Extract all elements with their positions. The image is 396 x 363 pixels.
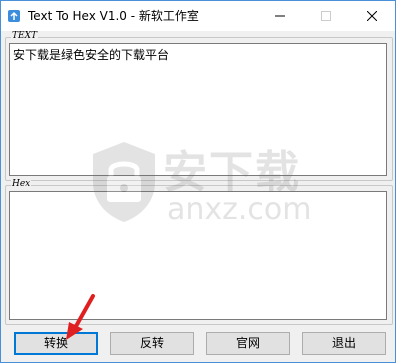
minimize-icon xyxy=(275,15,285,17)
exit-button[interactable]: 退出 xyxy=(302,332,386,355)
text-group: TEXT 安下载是绿色安全的下载平台 xyxy=(5,31,393,181)
hex-group-label: Hex xyxy=(11,179,32,190)
maximize-button[interactable] xyxy=(303,1,349,31)
reverse-button[interactable]: 反转 xyxy=(110,332,194,355)
app-window: Text To Hex V1.0 - 新软工作室 TEXT 安下载是绿色安全的下… xyxy=(0,0,396,363)
red-arrow-icon xyxy=(66,294,95,340)
title-bar[interactable]: Text To Hex V1.0 - 新软工作室 xyxy=(1,1,395,31)
close-icon xyxy=(367,11,377,21)
maximize-icon xyxy=(321,11,331,21)
app-icon xyxy=(8,10,20,22)
close-button[interactable] xyxy=(349,1,395,31)
text-input[interactable]: 安下载是绿色安全的下载平台 xyxy=(9,43,387,176)
window-title: Text To Hex V1.0 - 新软工作室 xyxy=(28,9,199,23)
minimize-button[interactable] xyxy=(257,1,303,31)
official-site-button[interactable]: 官网 xyxy=(206,332,290,355)
text-group-label: TEXT xyxy=(11,31,38,42)
